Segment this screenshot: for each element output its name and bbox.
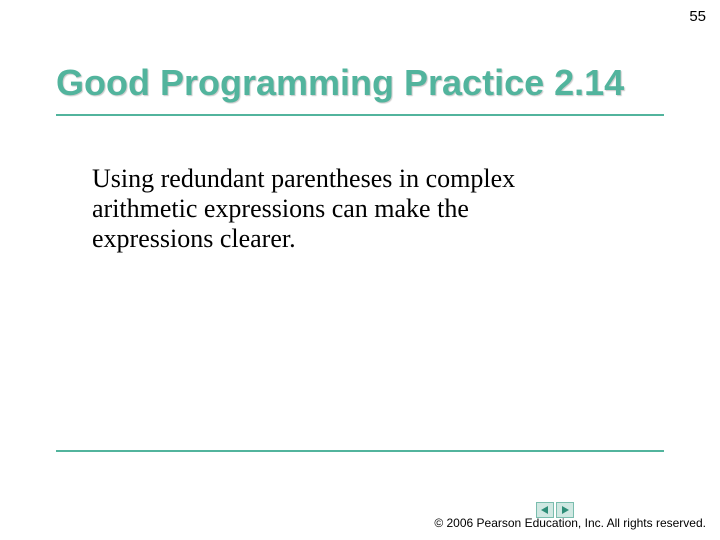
bottom-divider (56, 450, 664, 452)
copyright-text: © 2006 Pearson Education, Inc. All right… (434, 516, 706, 530)
triangle-left-icon (540, 505, 550, 515)
page-number: 55 (689, 8, 706, 25)
slide-title: Good Programming Practice 2.14 (56, 62, 664, 116)
slide-body-text: Using redundant parentheses in complex a… (92, 164, 580, 254)
triangle-right-icon (560, 505, 570, 515)
